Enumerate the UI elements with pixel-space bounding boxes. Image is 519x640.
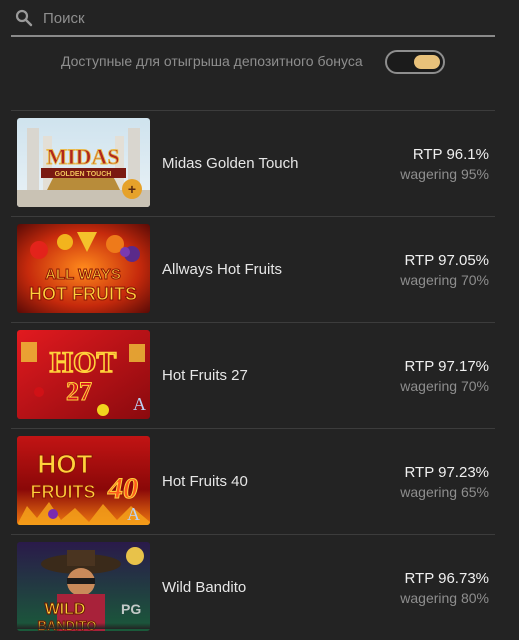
bonus-filter-label: Доступные для отыгрыша депозитного бонус… [61, 53, 363, 69]
game-wagering: wagering 70% [400, 272, 489, 288]
bonus-filter-toggle[interactable] [385, 50, 445, 74]
game-rtp: RTP 97.17% [404, 358, 490, 375]
svg-text:A: A [133, 394, 146, 414]
game-wagering: wagering 65% [400, 484, 489, 500]
game-rtp: RTP 96.73% [404, 570, 490, 587]
game-wagering: wagering 80% [400, 590, 489, 606]
search-icon [15, 9, 33, 27]
game-name: Hot Fruits 40 [162, 473, 248, 490]
thumb-text-midas: MIDAS [46, 144, 119, 169]
bottom-fade [0, 623, 519, 629]
thumb-text-wild: WILD [45, 601, 86, 618]
game-thumbnail-midas-golden-touch[interactable]: MIDAS GOLDEN TOUCH + [17, 118, 150, 207]
game-list: MIDAS GOLDEN TOUCH + Midas Golden Touch … [11, 110, 495, 640]
game-name: Allways Hot Fruits [162, 261, 283, 278]
thumb-text-all-ways: ALL WAYS [45, 266, 121, 283]
thumb-text-hot: HOT [50, 346, 117, 379]
game-row-hot-fruits-40[interactable]: HOT FRUITS 40 A Hot Fruits 40 RTP 97.23%… [11, 428, 495, 534]
svg-text:+: + [128, 181, 136, 197]
toggle-knob [414, 55, 440, 69]
thumb-text-pg: PG [121, 601, 141, 617]
search-bar[interactable] [11, 0, 495, 37]
game-name: Wild Bandito [162, 579, 247, 596]
game-name: Hot Fruits 27 [162, 367, 248, 384]
game-wagering: wagering 95% [400, 166, 489, 182]
svg-text:A: A [127, 504, 140, 524]
game-rtp: RTP 97.05% [404, 252, 490, 269]
game-row-hot-fruits-27[interactable]: HOT 27 A Hot Fruits 27 RTP 97.17% wageri… [11, 322, 495, 428]
game-rtp: RTP 96.1% [412, 146, 489, 163]
thumb-text-hot-fruits: HOT FRUITS [29, 284, 137, 304]
thumb-text-golden-touch: GOLDEN TOUCH [55, 171, 112, 178]
thumb-text-hot: HOT [38, 449, 93, 479]
game-wagering: wagering 70% [400, 378, 489, 394]
game-thumbnail-hot-fruits-40[interactable]: HOT FRUITS 40 A [17, 436, 150, 525]
game-rtp: RTP 97.23% [404, 464, 490, 481]
thumb-text-fruits: FRUITS [31, 482, 96, 502]
game-row-midas-golden-touch[interactable]: MIDAS GOLDEN TOUCH + Midas Golden Touch … [11, 110, 495, 216]
thumb-text-27: 27 [66, 377, 92, 406]
game-name: Midas Golden Touch [162, 155, 299, 172]
game-thumbnail-wild-bandito[interactable]: WILD BANDITO PG [17, 542, 150, 631]
game-row-allways-hot-fruits[interactable]: ALL WAYS HOT FRUITS Allways Hot Fruits R… [11, 216, 495, 322]
thumb-text-40: 40 [107, 472, 138, 505]
game-thumbnail-hot-fruits-27[interactable]: HOT 27 A [17, 330, 150, 419]
search-input[interactable] [41, 6, 485, 30]
bonus-filter-row: Доступные для отыгрыша депозитного бонус… [0, 48, 519, 76]
game-thumbnail-allways-hot-fruits[interactable]: ALL WAYS HOT FRUITS [17, 224, 150, 313]
